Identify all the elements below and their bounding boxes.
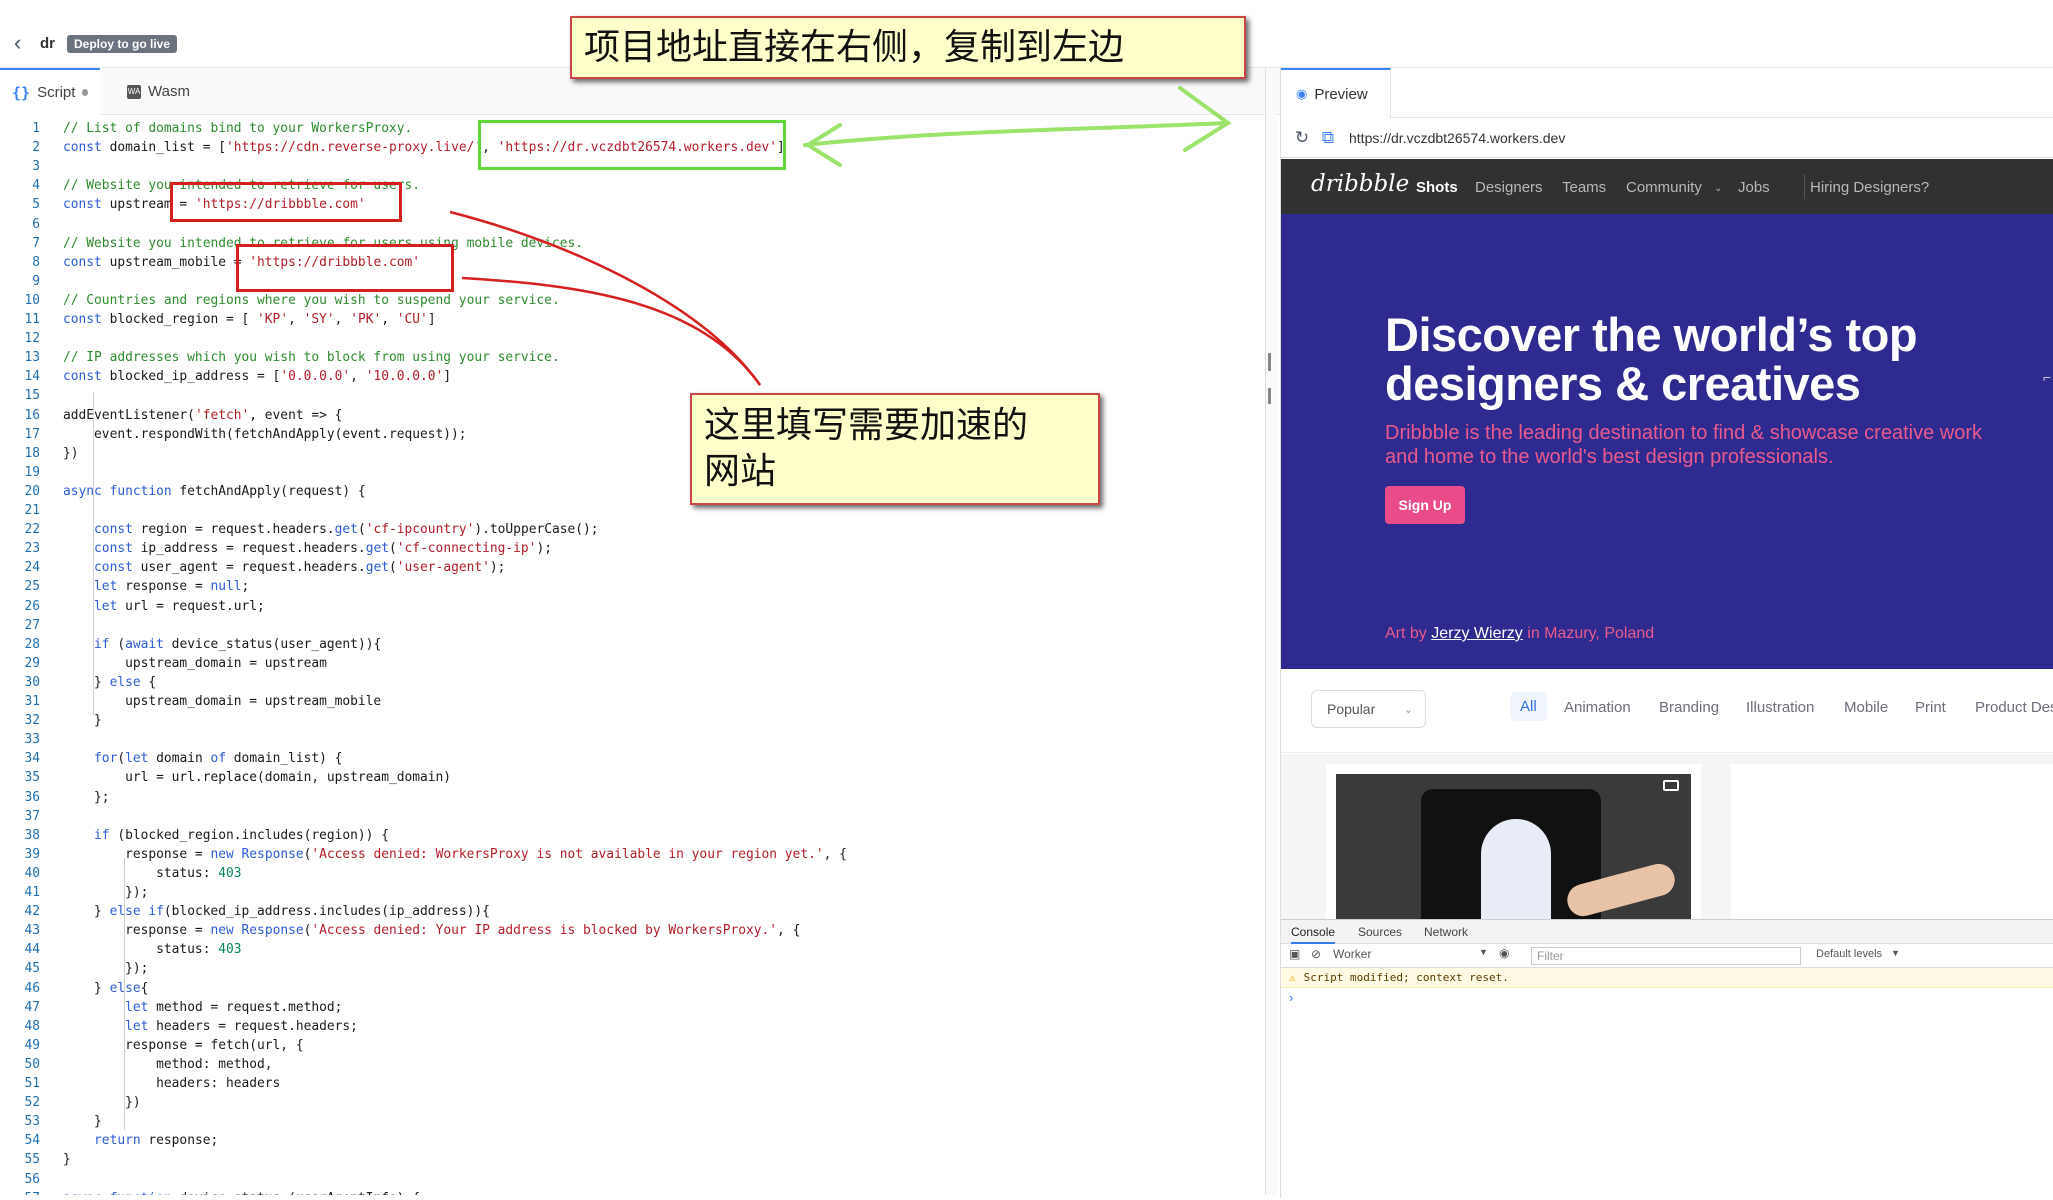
callout-fill-site-line-1: 这里填写需要加速的 bbox=[704, 405, 1029, 446]
red-arrow-line bbox=[449, 210, 762, 386]
red-arrow-line bbox=[461, 276, 762, 386]
highlight-worker-url bbox=[478, 120, 786, 170]
callout-copy-url: 项目地址直接在右侧，复制到左边 bbox=[570, 16, 1246, 79]
callout-fill-site-line-2: 网站 bbox=[704, 451, 777, 492]
callout-fill-site: 这里填写需要加速的 网站 bbox=[690, 393, 1100, 505]
highlight-upstream-mobile bbox=[236, 244, 454, 292]
green-arrowhead-right bbox=[1178, 86, 1232, 152]
annotation-arrows bbox=[449, 86, 1232, 386]
highlight-upstream bbox=[170, 182, 402, 222]
green-arrow bbox=[803, 121, 1227, 147]
